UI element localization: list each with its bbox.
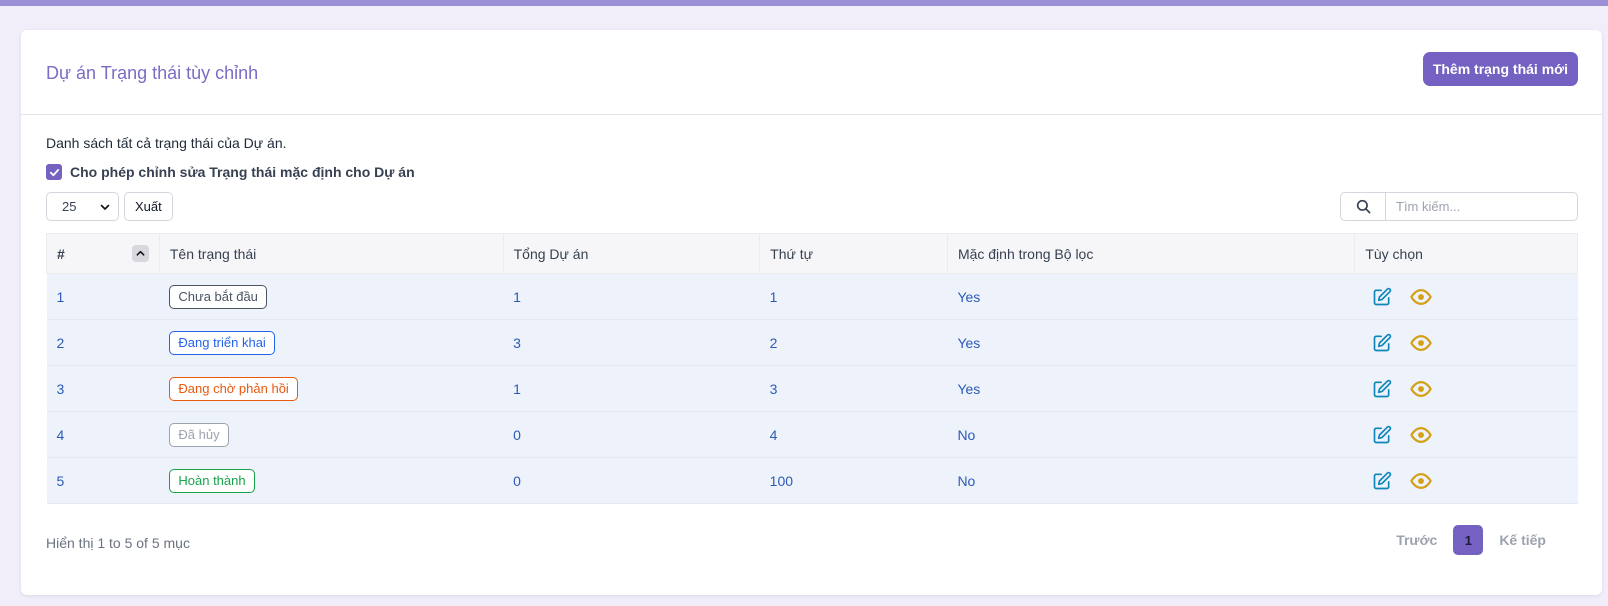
pencil-square-icon[interactable] (1371, 286, 1393, 308)
statuses-card: Dự án Trạng thái tùy chỉnh Thêm trạng th… (21, 30, 1602, 595)
row-total: 0 (513, 472, 521, 489)
row-default: Yes (957, 334, 981, 351)
search-input[interactable] (1385, 192, 1578, 221)
column-header-id[interactable]: # (46, 233, 160, 274)
row-order: 4 (769, 426, 778, 443)
add-status-button[interactable]: Thêm trạng thái mới (1422, 52, 1578, 86)
row-options (1355, 274, 1578, 320)
page-title: Dự án Trạng thái tùy chỉnh (46, 62, 259, 83)
row-id: 3 (56, 380, 65, 397)
page-number-1[interactable]: 1 (1453, 525, 1484, 555)
table-row: 2 Đang triển khai 3 2 Yes (46, 319, 1578, 366)
row-id: 2 (56, 334, 65, 351)
row-options (1355, 320, 1578, 366)
table-row: 4 Đã hủy 0 4 No (46, 411, 1578, 458)
next-page-link[interactable]: Kế tiếp (1499, 532, 1546, 548)
row-default: Yes (957, 380, 981, 397)
row-name-cell: Đang triển khai (159, 320, 503, 366)
column-header-default[interactable]: Mặc định trong Bộ lọc (946, 233, 1355, 274)
chevron-up-icon (136, 250, 145, 256)
row-default: No (957, 472, 976, 489)
allow-edit-row: Cho phép chỉnh sửa Trạng thái mặc định c… (46, 164, 1578, 180)
row-order: 3 (769, 380, 778, 397)
column-header-total[interactable]: Tổng Dự án (502, 233, 760, 274)
row-order: 100 (769, 472, 794, 489)
card-body: Danh sách tất cả trạng thái của Dự án. C… (21, 135, 1602, 555)
status-badge: Chưa bắt đầu (169, 284, 267, 309)
prev-page-link[interactable]: Trước (1396, 532, 1437, 548)
top-accent-bar (0, 0, 1608, 6)
eye-icon[interactable] (1410, 332, 1432, 354)
table-row: 5 Hoàn thành 0 100 No (46, 457, 1578, 504)
row-total: 1 (513, 288, 521, 305)
export-button[interactable]: Xuất (124, 192, 173, 221)
row-options (1355, 366, 1578, 412)
search-group (1340, 192, 1578, 221)
page-size-select[interactable]: 25 (46, 192, 119, 221)
table-footer: Hiển thị 1 to 5 of 5 mục Trước 1 Kế tiếp (46, 525, 1578, 555)
page-size-value: 25 (62, 199, 77, 214)
eye-icon[interactable] (1410, 424, 1432, 446)
pencil-square-icon[interactable] (1371, 470, 1393, 492)
column-header-name[interactable]: Tên trạng thái (158, 233, 504, 274)
row-options (1355, 412, 1578, 458)
search-icon (1356, 199, 1370, 214)
sort-button[interactable] (131, 245, 149, 262)
table-controls: 25 Xuất (46, 192, 1578, 221)
row-options (1355, 458, 1578, 504)
checkmark-icon (49, 168, 59, 176)
row-default: No (957, 426, 976, 443)
column-header-options: Tùy chọn (1354, 233, 1578, 274)
allow-edit-checkbox[interactable] (46, 164, 62, 180)
status-badge: Đang chờ phản hồi (169, 376, 298, 401)
row-total: 0 (513, 426, 521, 443)
pencil-square-icon[interactable] (1371, 332, 1393, 354)
row-order: 2 (769, 334, 778, 351)
pencil-square-icon[interactable] (1371, 424, 1393, 446)
row-name-cell: Đang chờ phản hồi (159, 366, 503, 412)
eye-icon[interactable] (1410, 286, 1432, 308)
table-header-row: # Tên trạng thái Tổng Dự án Thứ tự Mặc đ… (46, 233, 1578, 274)
search-addon[interactable] (1340, 192, 1385, 221)
table-row: 3 Đang chờ phản hồi 1 3 Yes (46, 365, 1578, 412)
status-badge: Đang triển khai (169, 330, 275, 355)
allow-edit-label[interactable]: Cho phép chỉnh sửa Trạng thái mặc định c… (70, 164, 415, 180)
chevron-down-icon (100, 204, 110, 210)
eye-icon[interactable] (1410, 470, 1432, 492)
table-row: 1 Chưa bắt đầu 1 1 Yes (46, 273, 1578, 320)
pagination: Trước 1 Kế tiếp (1396, 525, 1578, 555)
row-name-cell: Chưa bắt đầu (159, 274, 503, 320)
table-controls-left: 25 Xuất (46, 192, 173, 221)
row-id: 5 (56, 472, 65, 489)
row-total: 3 (513, 334, 521, 351)
status-badge: Đã hủy (169, 422, 229, 447)
status-badge: Hoàn thành (169, 468, 255, 493)
card-header: Dự án Trạng thái tùy chỉnh Thêm trạng th… (21, 30, 1602, 115)
row-total: 1 (513, 380, 521, 397)
pagination-info: Hiển thị 1 to 5 of 5 mục (46, 535, 190, 551)
row-id: 1 (56, 288, 65, 305)
pencil-square-icon[interactable] (1371, 378, 1393, 400)
description-text: Danh sách tất cả trạng thái của Dự án. (46, 135, 287, 151)
eye-icon[interactable] (1410, 378, 1432, 400)
row-order: 1 (769, 288, 778, 305)
row-name-cell: Đã hủy (159, 412, 503, 458)
column-header-order[interactable]: Thứ tự (759, 233, 948, 274)
row-default: Yes (957, 288, 981, 305)
row-id: 4 (56, 426, 65, 443)
row-name-cell: Hoàn thành (159, 458, 503, 504)
statuses-table: # Tên trạng thái Tổng Dự án Thứ tự Mặc đ… (46, 233, 1578, 504)
